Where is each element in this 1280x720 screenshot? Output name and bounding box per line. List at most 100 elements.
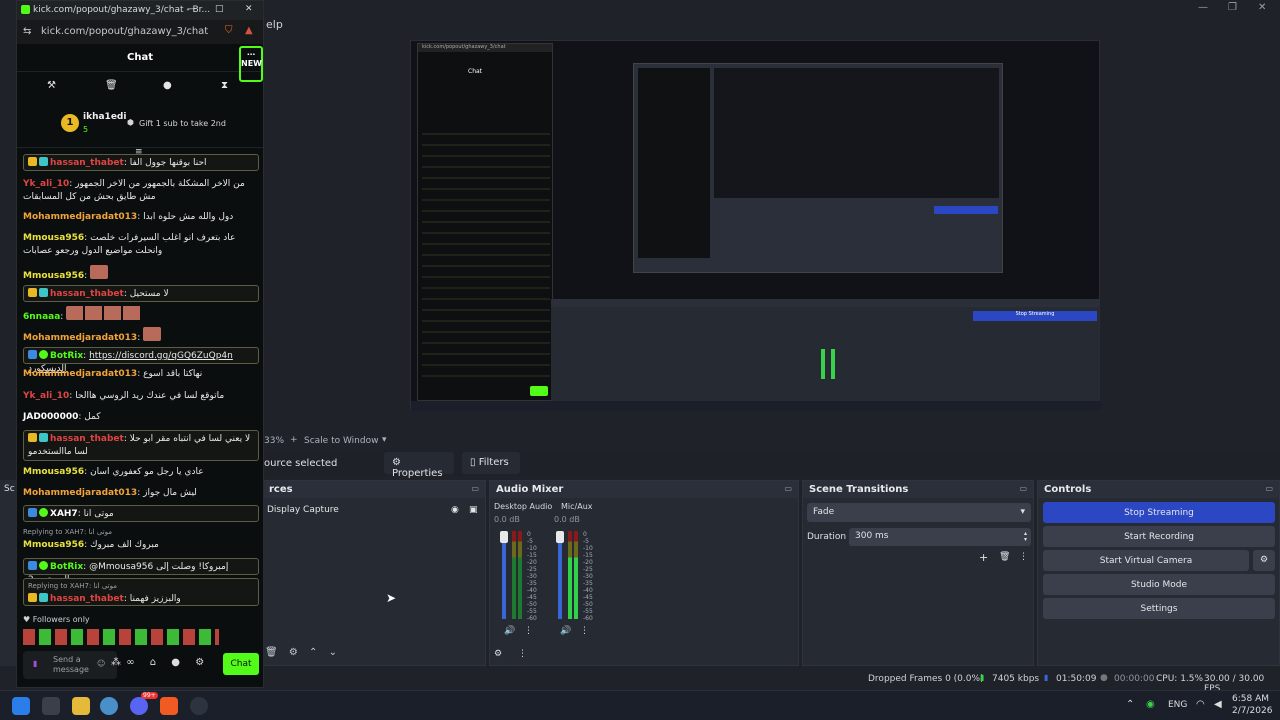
chat-message[interactable]: XAH7: موتى انا <box>23 505 259 522</box>
menu-help[interactable]: elp <box>266 18 283 31</box>
chat-message[interactable]: Mohammedjaradat013: ليش مال جواز <box>23 487 259 501</box>
popout-icon[interactable]: ▭ <box>471 484 479 493</box>
transition-select[interactable]: Fade ▾ <box>807 503 1031 522</box>
location-icon[interactable]: ◉ <box>1146 699 1155 710</box>
address-bar[interactable]: ⇆ kick.com/popout/ghazawy_3/chat ⛉ ▲ <box>17 20 263 44</box>
add-icon[interactable]: + <box>979 551 988 564</box>
settings-button[interactable]: Settings <box>1043 598 1275 619</box>
popout-icon[interactable]: ▭ <box>784 484 792 493</box>
desktop-volume-handle[interactable] <box>500 531 508 543</box>
language-indicator[interactable]: ENG <box>1168 700 1187 710</box>
start-virtual-camera-button[interactable]: Start Virtual Camera <box>1043 550 1249 571</box>
popout-icon[interactable]: ▭ <box>1019 484 1027 493</box>
discord-icon[interactable] <box>130 697 148 715</box>
trash-icon[interactable]: 🗑 <box>105 80 118 91</box>
maximize-icon[interactable]: ❐ <box>1228 2 1237 13</box>
url-text[interactable]: kick.com/popout/ghazawy_3/chat <box>41 26 208 37</box>
chevron-up-icon[interactable]: ⌃ <box>1126 699 1134 710</box>
studio-mode-button[interactable]: Studio Mode <box>1043 574 1275 595</box>
preview-canvas[interactable]: kick.com/popout/ghazawy_3/chat Chat Stop… <box>410 40 1101 411</box>
duration-input[interactable]: 300 ms ▴ ▾ <box>849 528 1031 546</box>
chat-message[interactable]: hassan_thabet: لا مستحيل <box>23 285 259 302</box>
wifi-icon[interactable]: ◠ <box>1196 699 1205 710</box>
infinity-icon[interactable]: ∞ <box>126 657 134 668</box>
store-icon[interactable] <box>42 697 60 715</box>
chat-message[interactable]: Replying to XAH7: موتى انا Mmousa956: مبر… <box>23 526 259 554</box>
virtual-camera-settings-button[interactable]: ⚙ <box>1253 550 1275 571</box>
minimize-icon[interactable]: — <box>1198 2 1208 13</box>
hourglass-icon[interactable]: ⧗ <box>221 80 228 91</box>
store-icon[interactable]: ⌂ <box>150 657 156 668</box>
desktop-volume-slider[interactable] <box>502 531 506 619</box>
chat-message[interactable]: Mmousa956: عادي يا رجل مو كعفوري اسان <box>23 466 259 480</box>
minimize-icon[interactable]: — <box>187 4 196 14</box>
telegram-icon[interactable] <box>100 697 118 715</box>
chat-message[interactable]: Replying to XAH7: موتى انا hassan_thabet:… <box>23 578 259 606</box>
speaker-icon[interactable]: 🔊 <box>504 626 515 636</box>
close-icon[interactable]: ✕ <box>1258 2 1266 13</box>
brave-shield-icon[interactable]: ⛉ <box>225 25 233 36</box>
source-item[interactable]: Display Capture ◉ ▣ <box>265 503 483 519</box>
close-icon[interactable]: ✕ <box>245 4 253 14</box>
mixer-settings-icon[interactable]: ⚙ <box>494 649 502 659</box>
chat-message[interactable]: Yk_ali_10: ماتوقع لسا في عندك ريد الروسي… <box>23 390 259 404</box>
chat-message[interactable]: 6nnaaa: <box>23 306 259 322</box>
volume-icon[interactable]: ◀ <box>1214 699 1222 710</box>
mic-volume-slider[interactable] <box>558 531 562 619</box>
chat-message[interactable]: Yk_ali_10: من الاخر المشكلة بالجمهور من … <box>23 178 259 206</box>
popout-icon[interactable]: ▭ <box>1265 484 1273 493</box>
move-down-icon[interactable]: ⌄ <box>329 647 337 658</box>
file-explorer-icon[interactable] <box>72 697 90 715</box>
mic-icon[interactable]: ▮ <box>33 659 37 668</box>
trash-icon[interactable]: 🗑 <box>265 647 278 658</box>
properties-button[interactable]: ⚙ Properties <box>384 452 454 479</box>
mic-volume-handle[interactable] <box>556 531 564 543</box>
settings-sliders-icon[interactable]: ⇆ <box>23 26 31 37</box>
windows-start-icon[interactable] <box>12 697 30 715</box>
chat-message[interactable]: hassan_thabet: احنا بوقنها جوول الفا <box>23 154 259 171</box>
clock-date[interactable]: 2/7/2026 <box>1232 706 1272 716</box>
obs-icon[interactable] <box>190 697 208 715</box>
move-up-icon[interactable]: ⌃ <box>309 647 317 658</box>
message-input[interactable]: ▮ Send a message ☺ <box>23 651 117 679</box>
chat-message[interactable]: BotRix: @Mmousa956 إمبروكا! وصلت إلى الم… <box>23 558 259 585</box>
eye-icon[interactable]: ◉ <box>451 505 459 515</box>
chat-message[interactable]: hassan_thabet: لا يعني لسا في انتباه مقر… <box>23 430 259 461</box>
emote-bar[interactable] <box>23 629 219 645</box>
chat-bubble-icon[interactable]: ● <box>171 657 180 668</box>
more-icon[interactable]: ⋮ <box>1019 552 1028 562</box>
chat-title: Chat <box>127 52 153 63</box>
chat-message[interactable]: BotRix: https://discord.gg/qGQ6ZuQp4n ال… <box>23 347 259 374</box>
send-chat-button[interactable]: Chat <box>223 653 259 675</box>
more-icon[interactable]: ⋮ <box>518 649 527 659</box>
chat-message[interactable]: Mmousa956: <box>23 265 259 281</box>
chat-message[interactable]: Mmousa956: عاد بتعرف انو اغلب السيرفرات … <box>23 232 259 260</box>
chat-message[interactable]: Mohammedjaradat013: دول والله مش حلوه اب… <box>23 211 259 225</box>
emoji-icon[interactable]: ☺ <box>97 659 105 668</box>
gear-icon[interactable]: ⚙ <box>289 647 298 658</box>
more-icon[interactable]: ⋮ <box>580 626 589 636</box>
chat-message[interactable]: JAD000000: كمل <box>23 411 259 425</box>
more-icon[interactable]: ⋮ <box>524 626 533 636</box>
brave-icon[interactable] <box>160 697 178 715</box>
filters-button[interactable]: ▯ Filters <box>462 452 520 474</box>
clock-time[interactable]: 6:58 AM <box>1232 694 1269 704</box>
users-icon[interactable]: ⁂ <box>111 657 121 668</box>
scale-select[interactable]: Scale to Window <box>304 436 378 446</box>
chat-message[interactable]: Mohammedjaradat013: نهاكتا باقد اسوع <box>23 368 259 384</box>
chat-bubble-icon[interactable]: ● <box>163 80 172 91</box>
gear-icon[interactable]: ⚙ <box>195 657 204 668</box>
add-icon[interactable]: + <box>290 435 298 445</box>
trash-icon[interactable]: 🗑 <box>999 552 1010 562</box>
hammer-icon[interactable]: ⚒ <box>47 80 56 91</box>
window-controls[interactable]: — ❐ ✕ <box>1190 2 1280 14</box>
stop-streaming-button[interactable]: Stop Streaming <box>1043 502 1275 523</box>
maximize-icon[interactable]: □ <box>215 4 224 14</box>
chevron-down-icon[interactable]: ▾ <box>382 435 387 445</box>
lock-icon[interactable]: ▣ <box>469 505 478 515</box>
start-recording-button[interactable]: Start Recording <box>1043 526 1275 547</box>
chat-message[interactable]: Mohammedjaradat013: <box>23 327 259 343</box>
top-gifter-banner[interactable]: 1 ikha1edi 5 ⬢ Gift 1 sub to take 2nd <box>17 100 263 148</box>
rewards-icon[interactable]: ▲ <box>245 25 253 36</box>
speaker-icon[interactable]: 🔊 <box>560 626 571 636</box>
